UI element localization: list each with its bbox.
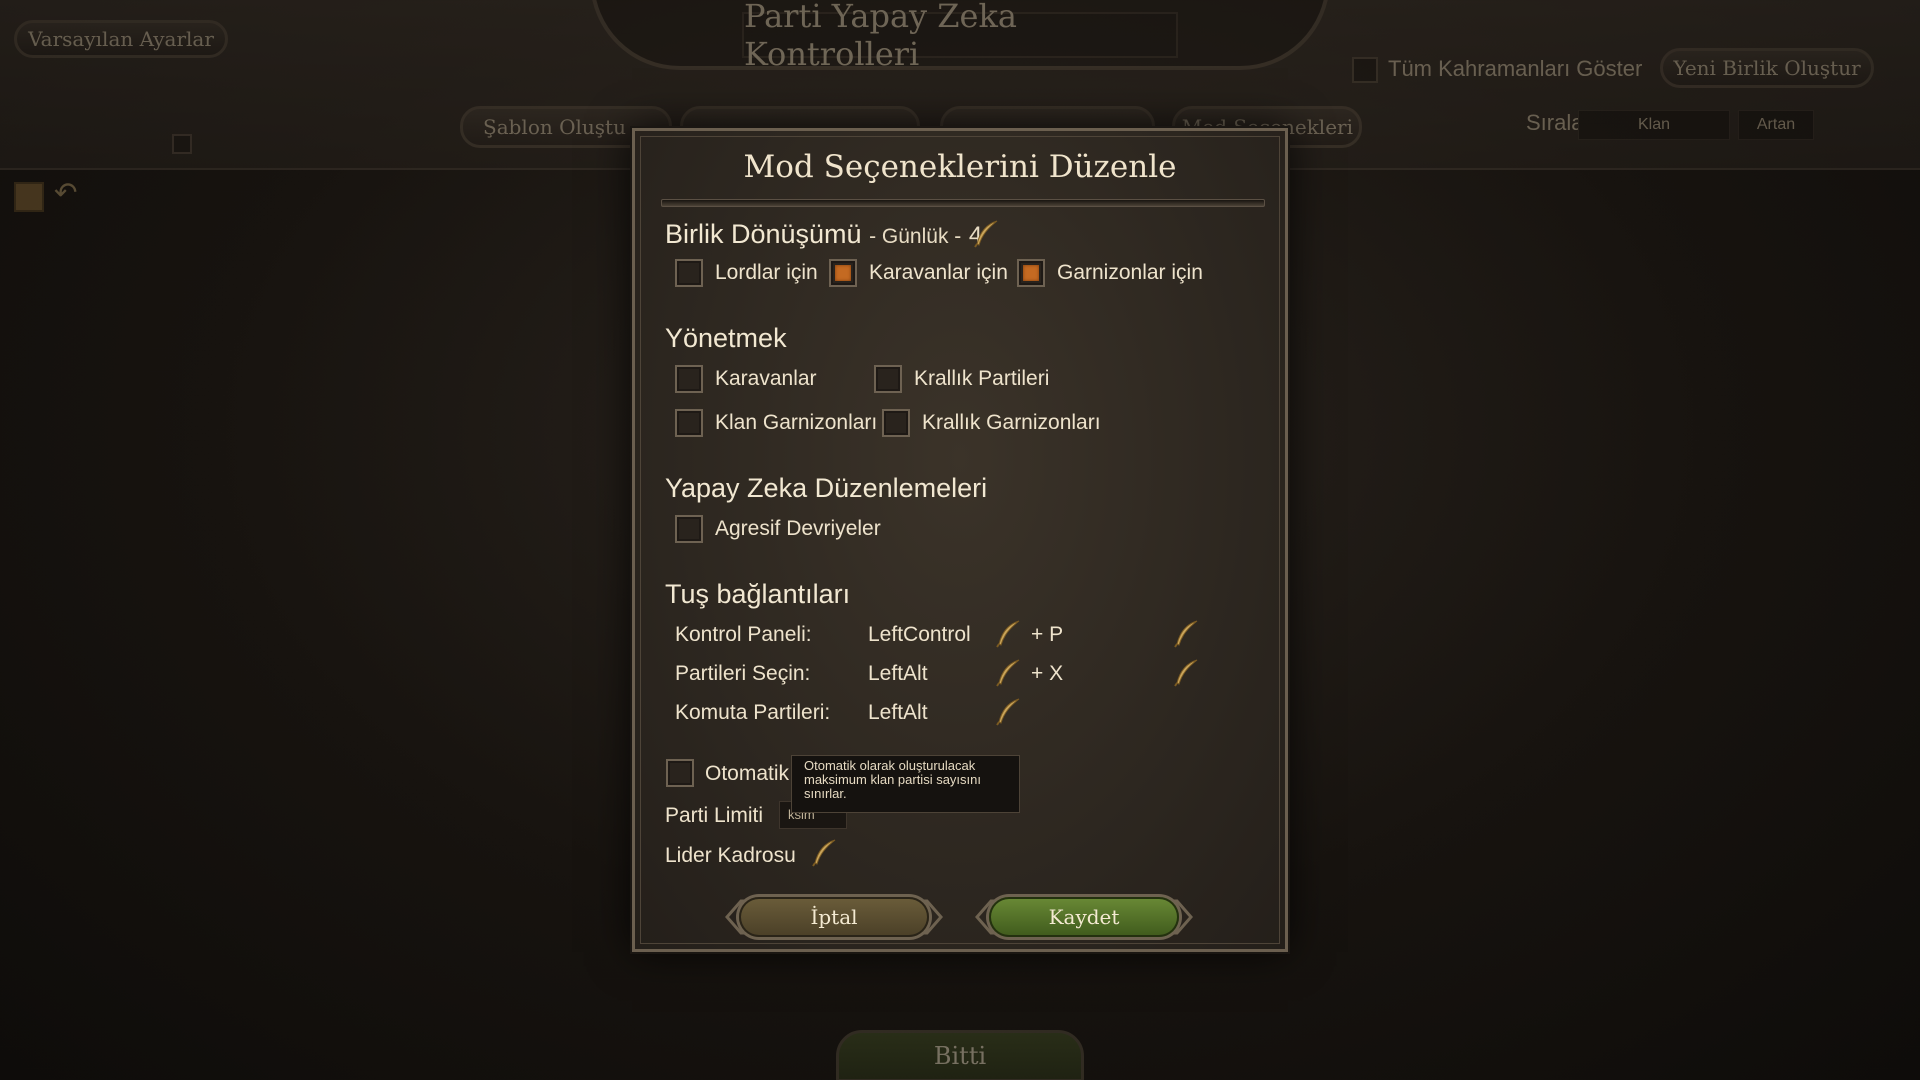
- keybind-command-parties-label: Komuta Partileri:: [675, 701, 831, 724]
- lords-checkbox[interactable]: [675, 259, 703, 287]
- sort-label: Sırala: [1526, 110, 1584, 135]
- auto-label: Otomatik: [705, 762, 790, 785]
- keybind-select-parties-modifier: + X: [1031, 662, 1064, 685]
- auto-checkbox[interactable]: [666, 759, 694, 787]
- lords-label: Lordlar için: [715, 261, 818, 284]
- kingdom-parties-label: Krallık Partileri: [914, 367, 1050, 390]
- aggressive-patrols-label: Agresif Devriyeler: [715, 517, 881, 540]
- party-limit-label: Parti Limiti: [665, 804, 764, 827]
- edit-modifier-quill-icon[interactable]: [1171, 619, 1201, 649]
- new-unit-button[interactable]: Yeni Birlik Oluştur: [1660, 48, 1874, 88]
- leader-roster-label: Lider Kadrosu: [665, 844, 796, 867]
- garrisons-label: Garnizonlar için: [1057, 261, 1203, 284]
- edit-conversion-quill-icon[interactable]: [971, 219, 1001, 249]
- aggressive-patrols-checkbox[interactable]: [675, 515, 703, 543]
- ai-settings-heading: Yapay Zeka Düzenlemeleri: [665, 473, 988, 503]
- clan-garrisons-label: Klan Garnizonları: [715, 411, 878, 434]
- troop-conversion-subtitle: - Günlük -: [869, 225, 962, 248]
- clan-garrisons-checkbox[interactable]: [675, 409, 703, 437]
- manage-caravans-checkbox[interactable]: [675, 365, 703, 393]
- caravans-checkbox[interactable]: [829, 259, 857, 287]
- sort-order[interactable]: Artan: [1738, 110, 1814, 140]
- edit-modifier-quill-icon[interactable]: [1171, 658, 1201, 688]
- window-title: Parti Yapay Zeka Kontrolleri: [742, 0, 1178, 73]
- done-button[interactable]: Bitti: [836, 1030, 1084, 1080]
- manage-caravans-label: Karavanlar: [715, 367, 817, 390]
- keybind-command-parties-key: LeftAlt: [868, 701, 928, 724]
- edit-key-quill-icon[interactable]: [993, 619, 1023, 649]
- keybind-control-panel-label: Kontrol Paneli:: [675, 623, 812, 646]
- keybind-control-panel-key: LeftControl: [868, 623, 971, 646]
- defaults-button[interactable]: Varsayılan Ayarlar: [14, 20, 228, 58]
- troop-conversion-title: Birlik Dönüşümü: [665, 219, 862, 249]
- manage-heading: Yönetmek: [665, 323, 787, 353]
- troop-conversion-heading: Birlik Dönüşümü - Günlük - 4: [665, 219, 982, 250]
- keybind-control-panel-modifier: + P: [1031, 623, 1064, 646]
- kingdom-garrisons-checkbox[interactable]: [882, 409, 910, 437]
- mod-options-dialog: Mod Seçeneklerini Düzenle Birlik Dönüşüm…: [632, 128, 1288, 952]
- title-divider: [661, 199, 1265, 207]
- kingdom-garrisons-label: Krallık Garnizonları: [922, 411, 1101, 434]
- party-limit-tooltip: Otomatik olarak oluşturulacak maksimum k…: [791, 755, 1020, 813]
- keybindings-heading: Tuş bağlantıları: [665, 579, 851, 609]
- show-all-heroes-label: Tüm Kahramanları Göster: [1388, 56, 1643, 81]
- keybind-select-parties-key: LeftAlt: [868, 662, 928, 685]
- show-all-heroes-checkbox[interactable]: [1352, 57, 1378, 83]
- cancel-button[interactable]: İptal: [739, 897, 929, 937]
- dialog-title: Mod Seçeneklerini Düzenle: [743, 149, 1177, 185]
- edit-key-quill-icon[interactable]: [993, 697, 1023, 727]
- edit-key-quill-icon[interactable]: [993, 658, 1023, 688]
- undo-icon[interactable]: ↶: [54, 176, 77, 209]
- sort-clan[interactable]: Klan: [1578, 110, 1730, 140]
- edit-leader-roster-quill-icon[interactable]: [809, 838, 839, 868]
- save-button[interactable]: Kaydet: [989, 897, 1179, 937]
- keybind-select-parties-label: Partileri Seçin:: [675, 662, 811, 685]
- folder-icon[interactable]: [14, 182, 44, 212]
- caravans-label: Karavanlar için: [869, 261, 1008, 284]
- kingdom-parties-checkbox[interactable]: [874, 365, 902, 393]
- garrisons-checkbox[interactable]: [1017, 259, 1045, 287]
- small-checkbox[interactable]: [172, 134, 192, 154]
